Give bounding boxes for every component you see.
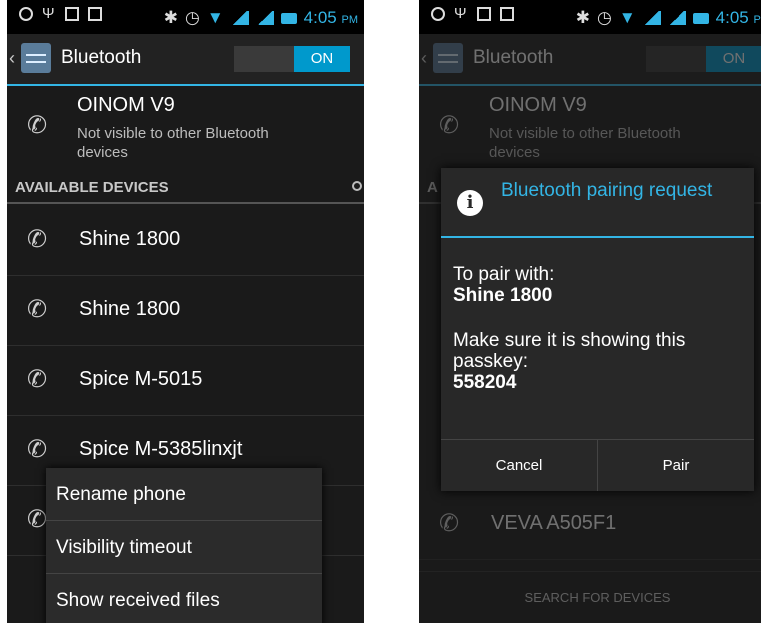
phone-icon: ✆ <box>439 510 460 537</box>
signal-icon <box>642 11 661 25</box>
email-icon <box>477 7 491 21</box>
bluetooth-toggle[interactable]: ON <box>234 46 350 72</box>
signal-icon-2 <box>255 11 274 25</box>
back-chevron-icon[interactable]: ‹ <box>421 48 427 69</box>
settings-app-icon[interactable] <box>433 43 463 73</box>
alarm-icon: ◷ <box>185 8 200 27</box>
scanning-spinner-icon <box>352 181 362 191</box>
status-bar: Ψ ✱ ◷ ▼ 4:05 PM <box>419 0 761 34</box>
paired-device-name: OINOM V9 <box>489 94 587 116</box>
dialog-buttons: Cancel Pair <box>441 439 754 491</box>
pair-with-label: To pair with: <box>453 264 555 285</box>
passkey-instruction: Make sure it is showing this passkey: <box>453 330 686 372</box>
page-title: Bluetooth <box>61 47 142 68</box>
device-name: Shine 1800 <box>79 298 181 320</box>
action-bar: ‹ Bluetooth ON <box>419 34 761 86</box>
bluetooth-toggle[interactable]: ON <box>646 46 761 72</box>
phone-icon: ✆ <box>27 226 48 253</box>
bluetooth-status-icon: ✱ <box>163 8 178 27</box>
email-icon <box>65 7 79 21</box>
device-list-item[interactable]: ✆ VEVA A505F1 <box>419 490 761 560</box>
clock: 4:05 PM <box>303 8 358 27</box>
battery-icon <box>280 12 297 24</box>
bluetooth-pairing-screen: Ψ ✱ ◷ ▼ 4:05 PM ‹ Bluetooth ON ✆ OINOM V… <box>419 0 761 623</box>
pair-button[interactable]: Pair <box>597 440 754 491</box>
wifi-icon: ▼ <box>206 8 224 27</box>
notification-icon <box>431 7 445 21</box>
phone-icon: ✆ <box>439 112 460 139</box>
action-bar: ‹ Bluetooth ON <box>7 34 364 86</box>
menu-item-visibility-timeout[interactable]: Visibility timeout <box>46 521 322 574</box>
phone-icon: ✆ <box>27 112 48 139</box>
device-name: VEVA A505F1 <box>491 512 617 534</box>
overflow-menu: Rename phone Visibility timeout Show rec… <box>46 468 322 623</box>
phone-icon: ✆ <box>27 296 48 323</box>
dialog-body: To pair with: Shine 1800 Make sure it is… <box>453 264 743 393</box>
toggle-on-label: ON <box>706 46 761 72</box>
settings-app-icon[interactable] <box>21 43 51 73</box>
status-bar: Ψ ✱ ◷ ▼ 4:05 PM <box>7 0 364 34</box>
visibility-status: Not visible to other Bluetooth devices <box>77 125 269 161</box>
back-chevron-icon[interactable]: ‹ <box>9 48 15 69</box>
menu-item-show-received-files[interactable]: Show received files <box>46 574 322 623</box>
phone-icon: ✆ <box>27 436 48 463</box>
device-name: Spice M-5015 <box>79 368 203 390</box>
section-label: A <box>427 179 438 196</box>
cancel-button[interactable]: Cancel <box>441 440 597 491</box>
section-header: AVAILABLE DEVICES <box>7 172 364 204</box>
signal-icon-2 <box>667 11 686 25</box>
screenshot-icon <box>500 7 514 21</box>
usb-icon: Ψ <box>42 5 55 22</box>
paired-device-item[interactable]: ✆ OINOM V9 Not visible to other Bluetoot… <box>419 86 761 170</box>
passkey-value: 558204 <box>453 372 517 393</box>
bluetooth-settings-screen: Ψ ✱ ◷ ▼ 4:05 PM ‹ Bluetooth ON ✆ OINOM V… <box>7 0 364 623</box>
screenshot-icon <box>88 7 102 21</box>
device-list-item[interactable]: ✆ Shine 1800 <box>7 276 364 346</box>
signal-icon <box>230 11 249 25</box>
device-list-item[interactable]: ✆ Spice M-5015 <box>7 346 364 416</box>
battery-icon <box>692 12 709 24</box>
phone-icon: ✆ <box>27 366 48 393</box>
menu-item-rename-phone[interactable]: Rename phone <box>46 468 322 521</box>
usb-icon: Ψ <box>454 5 467 22</box>
search-for-devices-button[interactable]: SEARCH FOR DEVICES <box>419 571 761 623</box>
info-icon: i <box>457 190 483 216</box>
section-label: AVAILABLE DEVICES <box>15 179 169 196</box>
notification-icon <box>19 7 33 21</box>
pair-device-name: Shine 1800 <box>453 285 553 306</box>
device-name: Shine 1800 <box>79 228 181 250</box>
paired-device-item[interactable]: ✆ OINOM V9 Not visible to other Bluetoot… <box>7 86 364 170</box>
page-title: Bluetooth <box>473 47 554 68</box>
dialog-header: i Bluetooth pairing request <box>441 168 754 238</box>
visibility-status: Not visible to other Bluetooth devices <box>489 125 681 161</box>
device-list-item[interactable]: ✆ Shine 1800 <box>7 206 364 276</box>
alarm-icon: ◷ <box>597 8 612 27</box>
device-name: Spice M-5385linxjt <box>79 438 243 460</box>
clock: 4:05 PM <box>715 8 761 27</box>
pairing-dialog: i Bluetooth pairing request To pair with… <box>441 168 754 491</box>
toggle-on-label: ON <box>294 46 350 72</box>
bluetooth-status-icon: ✱ <box>575 8 590 27</box>
wifi-icon: ▼ <box>618 8 636 27</box>
dialog-title: Bluetooth pairing request <box>501 180 713 201</box>
paired-device-name: OINOM V9 <box>77 94 175 116</box>
